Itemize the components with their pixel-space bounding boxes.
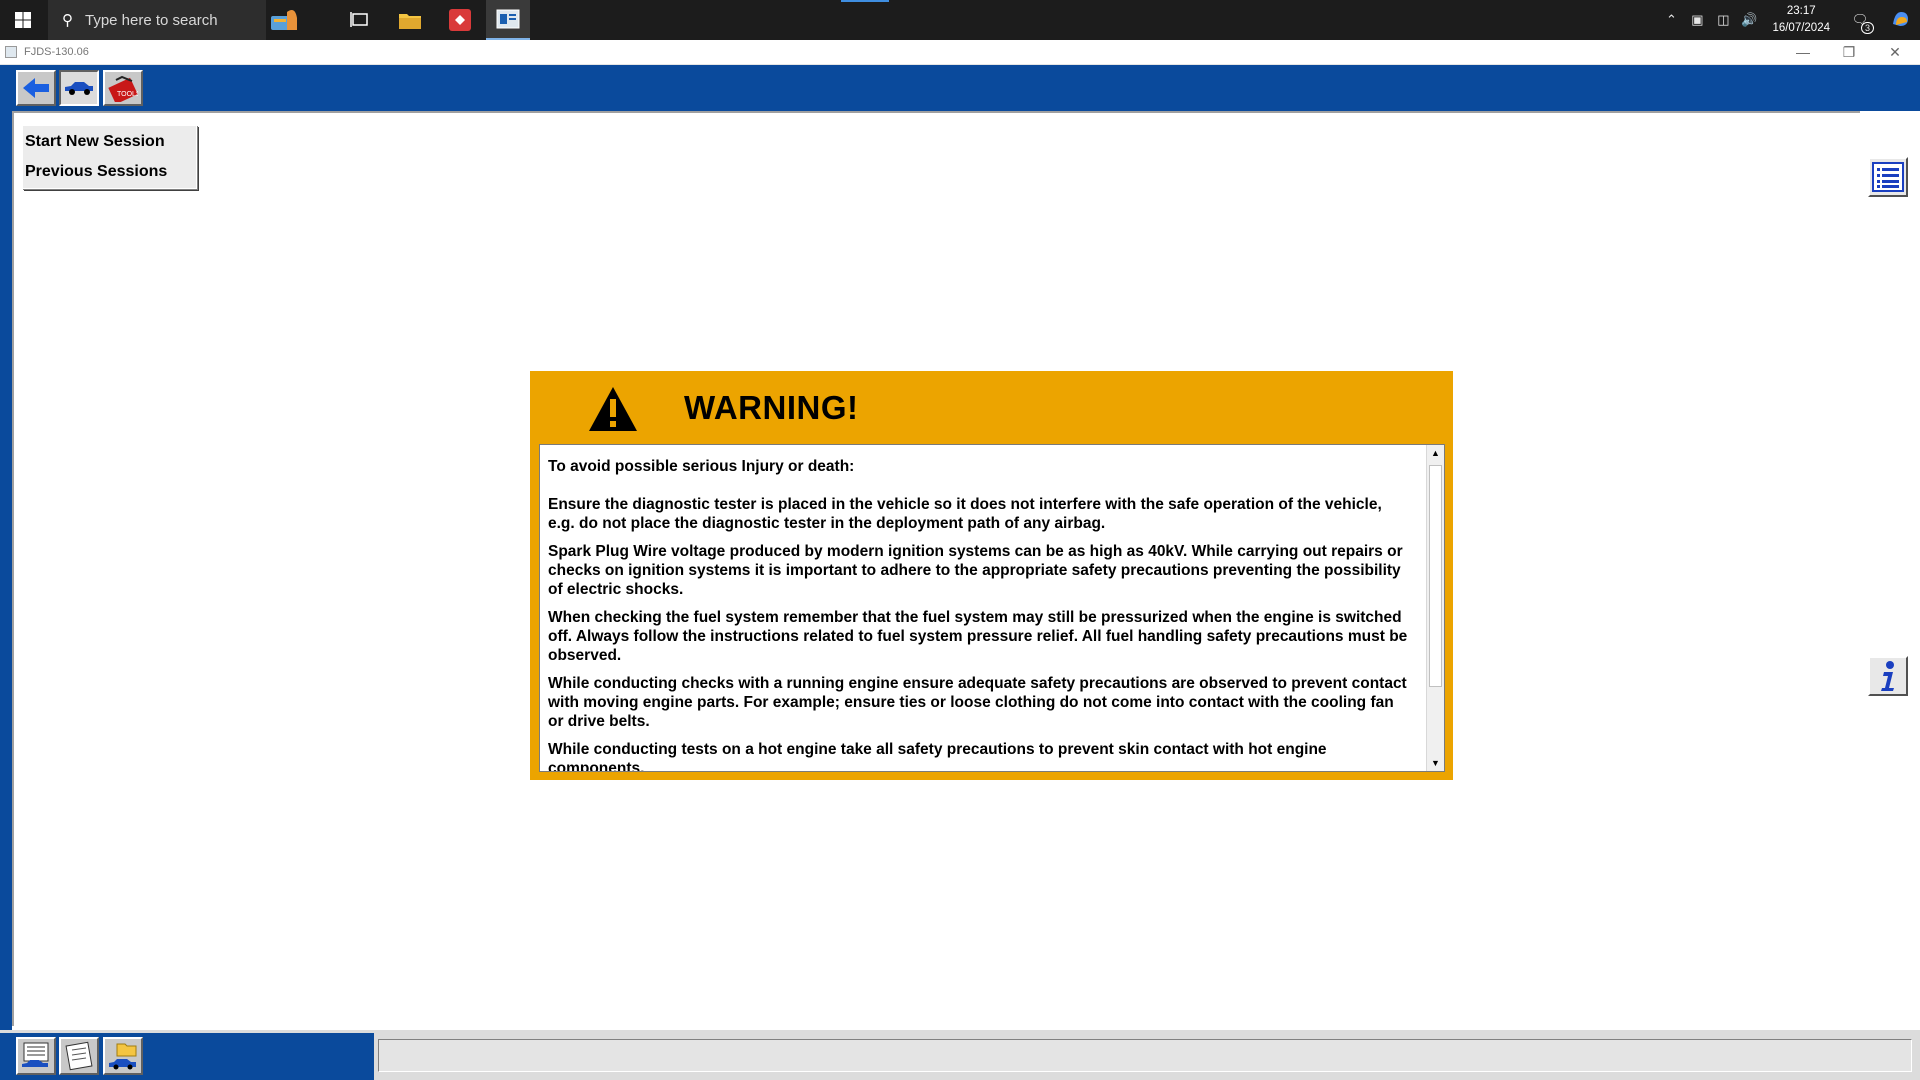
notification-count: 3: [1860, 22, 1874, 34]
warning-triangle-icon: [587, 385, 639, 438]
red-app-icon[interactable]: [438, 0, 482, 40]
toolbox-tab-button[interactable]: TOOLS: [103, 70, 143, 106]
clock-time: 23:17: [1786, 5, 1816, 17]
warning-dialog: WARNING! To avoid possible serious Injur…: [530, 371, 1453, 780]
minimize-button[interactable]: —: [1780, 41, 1826, 63]
vehicle-folder-button[interactable]: [103, 1037, 143, 1075]
schematic-icon: [65, 1041, 93, 1071]
file-explorer-icon[interactable]: [388, 0, 432, 40]
scroll-up-arrow-icon[interactable]: ▲: [1427, 445, 1444, 461]
warning-scrollbar[interactable]: ▲ ▼: [1426, 445, 1444, 771]
search-icon: ⚲: [62, 12, 73, 29]
windows-taskbar: ⚲ Type here to search ⌃ ▣ ◫ 🔊 23:17 16/0…: [0, 0, 1920, 40]
vehicle-tab-button[interactable]: [59, 70, 99, 106]
warning-paragraph: When checking the fuel system remember t…: [548, 609, 1408, 664]
session-menu: Start New Session Previous Sessions: [22, 125, 197, 189]
list-icon: [1872, 162, 1904, 192]
taskbar-search-box[interactable]: ⚲ Type here to search: [48, 0, 266, 40]
window-title: FJDS-130.06: [24, 46, 89, 58]
usb-device-icon[interactable]: ▣: [1684, 12, 1710, 28]
restore-button[interactable]: ❐: [1826, 41, 1872, 63]
status-message-field: [378, 1039, 1912, 1072]
scroll-thumb[interactable]: [1429, 465, 1442, 687]
svg-text:TOOLS: TOOLS: [117, 91, 138, 98]
warning-paragraph: Ensure the diagnostic tester is placed i…: [548, 496, 1382, 532]
search-placeholder: Type here to search: [85, 11, 218, 29]
volume-icon[interactable]: 🔊: [1736, 12, 1762, 28]
warning-paragraph: While conducting tests on a hot engine t…: [548, 741, 1327, 772]
previous-sessions-item[interactable]: Previous Sessions: [25, 163, 167, 181]
bottom-status-bar: [0, 1030, 1920, 1080]
bottom-toolbar: [0, 1033, 374, 1080]
notifications-icon[interactable]: 🗨 3: [1840, 12, 1880, 34]
search-highlight-icon[interactable]: [262, 0, 306, 40]
vehicle-data-icon: [22, 1042, 49, 1067]
info-icon: [1881, 661, 1894, 691]
toolbox-icon: TOOLS: [108, 75, 138, 102]
list-view-button[interactable]: [1868, 157, 1908, 197]
fjds-app-taskbar-icon[interactable]: [486, 0, 530, 40]
back-arrow-icon: [23, 78, 49, 98]
close-button[interactable]: ✕: [1872, 41, 1918, 63]
copilot-icon[interactable]: [1880, 10, 1920, 31]
window-titlebar: FJDS-130.06 — ❐ ✕: [0, 40, 1920, 65]
chevron-up-icon[interactable]: ⌃: [1658, 12, 1684, 28]
vehicle-icon: [65, 82, 93, 95]
system-clock[interactable]: 23:17 16/07/2024: [1772, 3, 1830, 37]
windows-start-icon[interactable]: [0, 0, 46, 40]
network-icon[interactable]: ◫: [1710, 12, 1736, 28]
scroll-down-arrow-icon[interactable]: ▼: [1427, 755, 1444, 771]
warning-intro: To avoid possible serious Injury or deat…: [548, 458, 855, 475]
back-arrow-button[interactable]: [16, 70, 56, 106]
app-window-icon: [5, 46, 17, 58]
warning-paragraph: Spark Plug Wire voltage produced by mode…: [548, 543, 1403, 598]
warning-text-box[interactable]: To avoid possible serious Injury or deat…: [539, 444, 1445, 772]
warning-title: WARNING!: [684, 389, 859, 426]
warning-paragraph: While conducting checks with a running e…: [548, 675, 1407, 730]
vehicle-data-button[interactable]: [16, 1037, 56, 1075]
task-view-icon[interactable]: [338, 0, 382, 40]
warning-text: To avoid possible serious Injury or deat…: [548, 457, 1410, 772]
clock-date: 16/07/2024: [1772, 22, 1830, 34]
app-header-toolbar: TOOLS: [0, 65, 1920, 111]
start-new-session-item[interactable]: Start New Session: [25, 133, 165, 151]
schematic-button[interactable]: [59, 1037, 99, 1075]
vehicle-folder-icon: [109, 1043, 137, 1070]
right-sidebar: [1860, 111, 1920, 1030]
info-button[interactable]: [1868, 656, 1908, 696]
active-indicator: [841, 0, 889, 2]
left-frame: [0, 111, 12, 1030]
